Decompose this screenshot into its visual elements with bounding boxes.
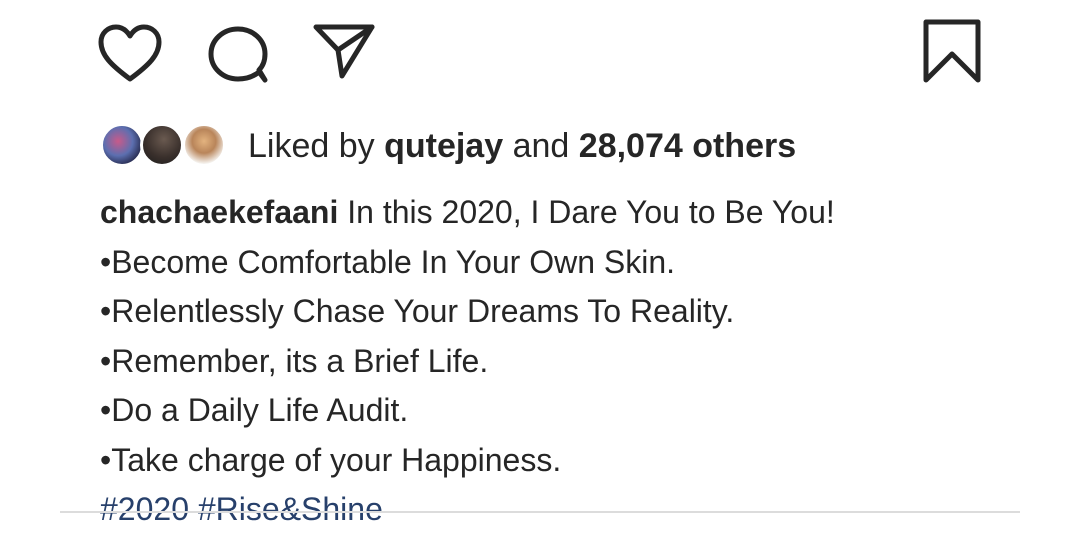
- caption-line: •Do a Daily Life Audit.: [100, 392, 409, 428]
- likes-conjunction: and: [512, 127, 570, 165]
- hashtag-link[interactable]: #Rise&Shine: [198, 491, 383, 527]
- caption-line: •Remember, its a Brief Life.: [100, 342, 489, 379]
- avatar[interactable]: [140, 123, 184, 167]
- caption-line: •Take charge of your Happiness.: [100, 441, 562, 478]
- caption-first-line: chachaekefaani In this 2020, I Dare You …: [100, 188, 1000, 238]
- comment-icon[interactable]: [205, 24, 271, 84]
- hashtag-link[interactable]: #2020: [100, 491, 189, 527]
- caption-text: In this 2020, I Dare You to Be You!: [338, 194, 835, 230]
- bookmark-icon[interactable]: [922, 18, 982, 84]
- post-caption: chachaekefaani In this 2020, I Dare You …: [100, 188, 1000, 535]
- liker-username-link[interactable]: qutejay: [384, 127, 503, 165]
- likes-summary: Liked by qutejay and 28,074 others: [248, 126, 796, 166]
- caption-line: •Relentlessly Chase Your Dreams To Reali…: [100, 293, 735, 329]
- caption-username-link[interactable]: chachaekefaani: [100, 194, 338, 230]
- likes-row: Liked by qutejay and 28,074 others: [100, 122, 1000, 172]
- liker-avatars[interactable]: [100, 122, 232, 170]
- post-action-bar: [0, 0, 1080, 100]
- divider: [60, 511, 1020, 513]
- caption-line: •Become Comfortable In Your Own Skin.: [100, 243, 676, 280]
- likes-prefix: Liked by: [248, 127, 375, 165]
- heart-icon[interactable]: [97, 24, 163, 84]
- likes-count-link[interactable]: 28,074 others: [579, 127, 796, 165]
- avatar[interactable]: [182, 123, 226, 167]
- caption-hashtags: #2020 #Rise&Shine: [100, 485, 1000, 535]
- avatar[interactable]: [100, 123, 144, 167]
- share-icon[interactable]: [312, 22, 376, 80]
